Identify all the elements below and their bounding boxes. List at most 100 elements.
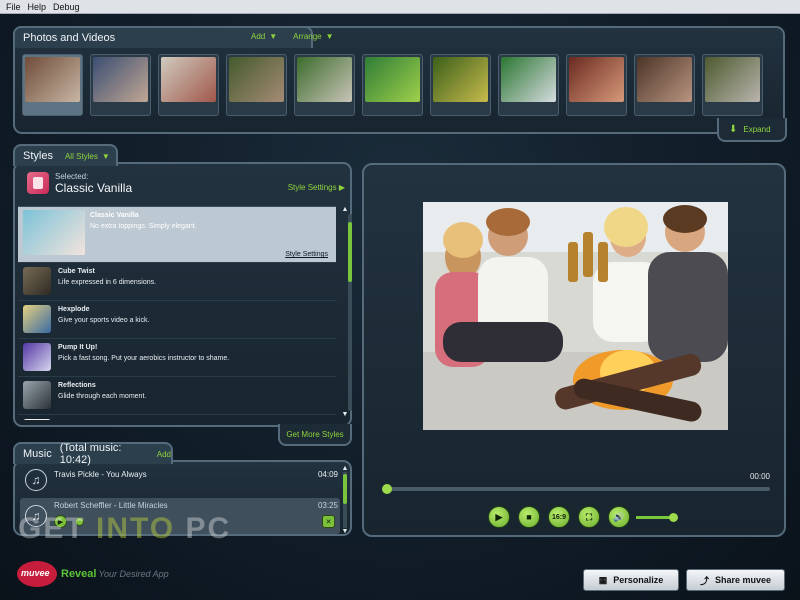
thumbnail-image (705, 57, 760, 102)
fullscreen-button[interactable]: ⛶ (578, 506, 600, 528)
style-item[interactable]: Pump It Up! Pick a fast song. Put your ae… (18, 339, 336, 377)
grid-icon: ▦ (598, 574, 608, 585)
expand-button[interactable]: ⬇ Expand (717, 118, 787, 142)
seek-knob[interactable] (382, 484, 392, 494)
scroll-up-icon[interactable]: ▲ (341, 206, 349, 214)
thumbnail-image (501, 57, 556, 102)
style-icon (27, 172, 49, 194)
music-note-icon: ♫ (25, 469, 47, 491)
style-name: Pump It Up! (58, 344, 98, 351)
photo-thumbnail[interactable] (634, 54, 695, 116)
selected-style-name: Classic Vanilla (55, 181, 133, 195)
muvee-logo: muvee Reveal Your Desired App (17, 560, 169, 588)
photo-thumbnail[interactable] (498, 54, 559, 116)
menu-bar: File Help Debug (0, 0, 800, 14)
video-preview[interactable] (423, 202, 728, 430)
track-title: Travis Pickle - You Always (54, 470, 147, 479)
scroll-thumb[interactable] (343, 474, 347, 504)
style-description: Pick a fast song. Put your aerobics inst… (58, 355, 230, 362)
photo-thumbnail[interactable] (90, 54, 151, 116)
thumbnail-image (297, 57, 352, 102)
style-name: Classic Vanilla (90, 212, 139, 219)
fullscreen-icon: ⛶ (585, 511, 593, 522)
scroll-up-icon[interactable]: ▲ (341, 465, 349, 472)
arrow-down-icon: ⬇ (729, 123, 738, 135)
personalize-button[interactable]: ▦ Personalize (583, 569, 679, 591)
styles-panel: Styles All Styles ▼ Selected: Classic Van… (13, 144, 352, 427)
menu-file[interactable]: File (6, 2, 21, 12)
volume-button[interactable]: 🔊 (608, 506, 630, 528)
delete-track-button[interactable]: ✕ (322, 515, 335, 528)
photos-title: Photos and Videos (23, 32, 116, 44)
photos-panel: Photos and Videos Add ▼ Arrange ▼ (13, 26, 785, 134)
aspect-ratio-button[interactable]: 16:9 (548, 506, 570, 528)
photo-thumbnail[interactable] (702, 54, 763, 116)
all-styles-dropdown[interactable]: All Styles ▼ (65, 152, 110, 161)
preview-panel: 00:00 ▶ ■ 16:9 ⛶ 🔊 (362, 163, 786, 537)
style-description: Give your sports video a kick. (58, 317, 150, 324)
scroll-down-icon[interactable]: ▼ (341, 528, 349, 535)
style-thumbnail-icon (23, 267, 51, 295)
menu-debug[interactable]: Debug (53, 2, 80, 12)
photo-thumbnail[interactable] (430, 54, 491, 116)
style-description: No extra toppings. Simply elegant. (90, 223, 197, 230)
chevron-down-icon: ▼ (269, 32, 278, 41)
chevron-down-icon: ▼ (101, 151, 110, 161)
playback-controls: ▶ ■ 16:9 ⛶ 🔊 (488, 506, 678, 528)
style-thumbnail-icon (23, 419, 51, 420)
style-item[interactable]: Hexplode Give your sports video a kick. (18, 301, 336, 339)
photo-thumbnail[interactable] (226, 54, 287, 116)
preview-image (423, 202, 728, 430)
watermark: GET INTO PC (18, 512, 232, 545)
style-thumbnail-icon (23, 305, 51, 333)
stop-icon: ■ (526, 512, 532, 522)
selected-label: Selected: (55, 172, 89, 181)
scroll-down-icon[interactable]: ▼ (341, 411, 349, 419)
scroll-thumb[interactable] (348, 222, 352, 282)
thumbnail-image (569, 57, 624, 102)
chevron-right-icon: ▶ (338, 183, 345, 192)
share-label: Share muvee (714, 575, 772, 585)
share-muvee-button[interactable]: ⤴ Share muvee (686, 569, 785, 591)
photo-thumbnail[interactable] (22, 54, 83, 116)
track-duration: 03:25 (317, 501, 338, 510)
thumbnail-image (93, 57, 148, 102)
add-media-button[interactable]: Add ▼ (251, 32, 277, 41)
style-thumbnail-icon (23, 343, 51, 371)
style-name: Cube Twist (58, 268, 95, 275)
track-duration: 04:09 (317, 470, 338, 479)
style-list: Classic Vanilla No extra toppings. Simply… (18, 206, 336, 420)
style-name: Reflections (58, 382, 96, 389)
photo-thumbnail[interactable] (566, 54, 627, 116)
photo-strip (22, 54, 763, 116)
style-settings-link[interactable]: Style Settings (285, 251, 328, 258)
music-scrollbar[interactable]: ▲ ▼ (341, 465, 349, 535)
menu-help[interactable]: Help (28, 2, 47, 12)
share-icon: ⤴ (699, 575, 709, 586)
get-more-styles-button[interactable]: Get More Styles (278, 424, 352, 446)
style-description: Glide through each moment. (58, 393, 147, 400)
stop-button[interactable]: ■ (518, 506, 540, 528)
style-item[interactable]: Reflections Glide through each moment. (18, 377, 336, 415)
photo-thumbnail[interactable] (294, 54, 355, 116)
style-settings-link[interactable]: Style Settings ▶ (288, 183, 345, 192)
arrange-button[interactable]: Arrange ▼ (293, 32, 333, 41)
thumbnail-image (365, 57, 420, 102)
music-track[interactable]: ♫ Travis Pickle - You Always 04:09 (20, 467, 340, 497)
style-item[interactable]: Cube Twist Life expressed in 6 dimensions… (18, 263, 336, 301)
photo-thumbnail[interactable] (158, 54, 219, 116)
styles-title: Styles (23, 150, 53, 162)
speaker-icon: 🔊 (613, 511, 625, 522)
play-button[interactable]: ▶ (488, 506, 510, 528)
photo-thumbnail[interactable] (362, 54, 423, 116)
volume-knob[interactable] (669, 512, 678, 522)
volume-slider[interactable] (636, 512, 678, 522)
style-item[interactable]: Classic Vanilla No extra toppings. Simply… (18, 207, 336, 263)
style-item[interactable]: Scrapbook (18, 415, 336, 420)
thumbnail-image (637, 57, 692, 102)
personalize-label: Personalize (613, 575, 664, 585)
seek-bar[interactable] (382, 484, 770, 494)
styles-scrollbar[interactable]: ▲ ▼ (341, 206, 352, 420)
add-music-button[interactable]: Add (157, 450, 171, 459)
timecode: 00:00 (749, 472, 770, 481)
